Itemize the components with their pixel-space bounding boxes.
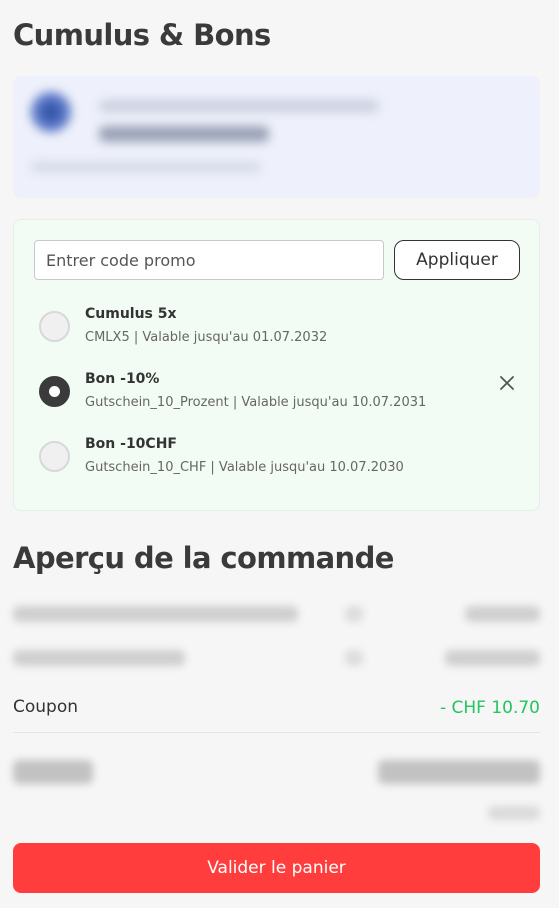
coupon-row-label: Coupon xyxy=(13,697,79,717)
cumulus-blurred-line xyxy=(99,126,269,142)
cumulus-blurred-line xyxy=(99,100,379,112)
coupon-name: Bon -10% xyxy=(85,371,160,387)
blurred-order-line xyxy=(13,606,298,622)
close-icon xyxy=(500,376,514,390)
promo-code-input[interactable] xyxy=(34,240,384,280)
coupon-option[interactable]: Cumulus 5x CMLX5 | Valable jusqu'au 01.0… xyxy=(38,306,518,356)
blurred-order-line xyxy=(13,650,185,666)
blurred-order-price xyxy=(465,606,540,622)
apply-button[interactable]: Appliquer xyxy=(394,240,520,280)
coupon-name: Cumulus 5x xyxy=(85,306,177,322)
promo-card: Appliquer Cumulus 5x CMLX5 | Valable jus… xyxy=(13,219,540,511)
cumulus-blurred-line xyxy=(31,162,261,172)
coupon-row-value: - CHF 10.70 xyxy=(439,698,540,718)
coupon-description: CMLX5 | Valable jusqu'au 01.07.2032 xyxy=(85,330,328,345)
coupon-option[interactable]: Bon -10% Gutschein_10_Prozent | Valable … xyxy=(38,371,518,421)
remove-coupon-button[interactable] xyxy=(496,372,518,394)
order-overview-title: Aperçu de la commande xyxy=(13,541,394,575)
page-title: Cumulus & Bons xyxy=(13,18,271,52)
blurred-total-note xyxy=(488,806,540,820)
divider xyxy=(13,732,540,733)
coupon-option[interactable]: Bon -10CHF Gutschein_10_CHF | Valable ju… xyxy=(38,436,518,486)
validate-cart-button[interactable]: Valider le panier xyxy=(13,843,540,893)
coupon-description: Gutschein_10_CHF | Valable jusqu'au 10.0… xyxy=(85,460,404,475)
blurred-total-value xyxy=(378,760,540,784)
cumulus-card xyxy=(13,76,540,198)
blurred-order-quantity xyxy=(345,606,363,622)
coupon-description: Gutschein_10_Prozent | Valable jusqu'au … xyxy=(85,395,427,410)
radio-button[interactable] xyxy=(39,441,70,472)
radio-button[interactable] xyxy=(39,311,70,342)
blurred-total-label xyxy=(13,760,93,784)
blurred-order-price xyxy=(445,650,540,666)
cumulus-avatar xyxy=(31,92,71,132)
blurred-order-quantity xyxy=(345,650,363,666)
radio-button-selected[interactable] xyxy=(39,376,70,407)
coupon-name: Bon -10CHF xyxy=(85,436,177,452)
